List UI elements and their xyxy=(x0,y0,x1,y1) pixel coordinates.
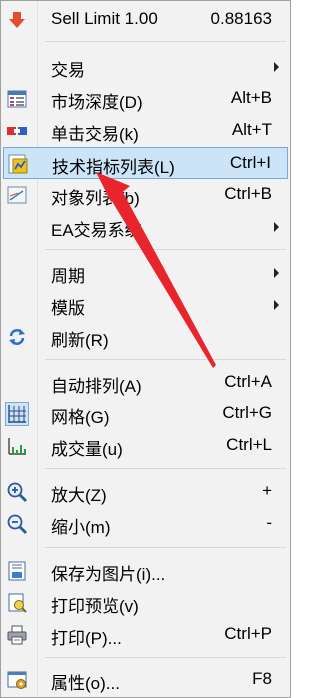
menu-item-shortcut: 0.88163 xyxy=(210,9,272,28)
menu-separator xyxy=(45,657,286,658)
menu-item-sell-limit[interactable]: Sell Limit 1.00 0.88163 xyxy=(3,4,288,36)
menu-item-shortcut: - xyxy=(266,513,272,532)
menu-item-label: 模版 xyxy=(51,299,85,318)
chart-context-menu: Sell Limit 1.00 0.88163 交易 市场深度(D) Alt+B… xyxy=(0,0,291,698)
market-depth-icon xyxy=(7,90,27,108)
volumes-icon xyxy=(8,438,26,455)
menu-item-label: 网格(G) xyxy=(51,408,110,427)
menu-item-label: EA交易系统 xyxy=(51,221,142,240)
menu-item-period[interactable]: 周期 xyxy=(3,257,288,289)
zoom-in-icon xyxy=(7,482,27,502)
refresh-icon xyxy=(9,329,25,345)
menu-item-label: 成交量(u) xyxy=(51,440,123,459)
submenu-arrow-icon xyxy=(274,300,279,310)
submenu-arrow-icon xyxy=(274,62,279,72)
sell-down-arrow-icon xyxy=(9,12,25,28)
menu-separator xyxy=(45,468,286,469)
menu-item-shortcut: Alt+T xyxy=(231,120,272,139)
menu-item-label: 交易 xyxy=(51,61,85,80)
menu-separator xyxy=(45,359,286,360)
menu-item-label: 自动排列(A) xyxy=(51,377,142,396)
menu-separator xyxy=(45,41,286,42)
menu-item-label: 属性(o)... xyxy=(51,674,120,693)
one-click-trading-icon xyxy=(7,127,27,135)
menu-item-shortcut: Ctrl+I xyxy=(229,153,271,172)
menu-item-volumes[interactable]: 成交量(u) Ctrl+L xyxy=(3,430,288,462)
menu-item-label: 保存为图片(i)... xyxy=(51,565,166,584)
menu-item-label: 市场深度(D) xyxy=(51,93,143,112)
menu-item-auto-arrange[interactable]: 自动排列(A) Ctrl+A xyxy=(3,367,288,399)
menu-separator xyxy=(45,249,286,250)
menu-item-shortcut: Ctrl+P xyxy=(224,624,272,643)
menu-item-zoom-out[interactable]: 缩小(m) - xyxy=(3,508,288,540)
menu-item-shortcut: F8 xyxy=(252,669,272,688)
menu-item-shortcut: Alt+B xyxy=(230,88,272,107)
print-preview-icon xyxy=(8,593,27,613)
menu-item-refresh[interactable]: 刷新(R) xyxy=(3,321,288,353)
objects-list-icon xyxy=(7,186,27,204)
save-picture-icon xyxy=(8,561,26,581)
zoom-out-icon xyxy=(7,514,27,534)
menu-item-label: 打印(P)... xyxy=(51,629,122,648)
menu-item-shortcut: Ctrl+L xyxy=(226,435,272,454)
menu-item-one-click-trading[interactable]: 单击交易(k) Alt+T xyxy=(3,115,288,147)
menu-item-label: 缩小(m) xyxy=(51,518,111,537)
menu-item-shortcut: Ctrl+B xyxy=(224,184,272,203)
menu-item-grid[interactable]: 网格(G) Ctrl+G xyxy=(3,398,288,430)
menu-item-objects-list[interactable]: 对象列表(b) Ctrl+B xyxy=(3,179,288,211)
menu-item-label: 对象列表(b) xyxy=(51,189,140,208)
menu-item-shortcut: + xyxy=(262,481,272,500)
menu-item-template[interactable]: 模版 xyxy=(3,289,288,321)
menu-separator xyxy=(45,547,286,548)
menu-item-properties[interactable]: 属性(o)... F8 xyxy=(3,664,288,696)
menu-item-shortcut: Ctrl+G xyxy=(222,403,272,422)
menu-item-trading[interactable]: 交易 xyxy=(3,51,288,83)
printer-icon xyxy=(7,625,27,645)
grid-icon xyxy=(5,402,29,426)
properties-icon xyxy=(7,671,27,689)
menu-item-print-preview[interactable]: 打印预览(v) xyxy=(3,587,288,619)
menu-item-label: 单击交易(k) xyxy=(51,125,139,144)
menu-item-label: 技术指标列表(L) xyxy=(52,158,175,177)
submenu-arrow-icon xyxy=(274,268,279,278)
submenu-arrow-icon xyxy=(274,222,279,232)
menu-item-label: 周期 xyxy=(51,267,85,286)
indicators-icon xyxy=(8,154,28,174)
menu-item-zoom-in[interactable]: 放大(Z) + xyxy=(3,476,288,508)
menu-item-label: 放大(Z) xyxy=(51,486,107,505)
menu-item-indicators-list[interactable]: 技术指标列表(L) Ctrl+I xyxy=(3,147,288,179)
menu-item-save-picture[interactable]: 保存为图片(i)... xyxy=(3,555,288,587)
menu-item-market-depth[interactable]: 市场深度(D) Alt+B xyxy=(3,83,288,115)
menu-item-ea-trading[interactable]: EA交易系统 xyxy=(3,211,288,243)
menu-item-label: Sell Limit 1.00 xyxy=(51,9,158,28)
menu-item-shortcut: Ctrl+A xyxy=(224,372,272,391)
menu-item-label: 打印预览(v) xyxy=(51,597,139,616)
menu-item-label: 刷新(R) xyxy=(51,331,109,350)
menu-item-print[interactable]: 打印(P)... Ctrl+P xyxy=(3,619,288,651)
